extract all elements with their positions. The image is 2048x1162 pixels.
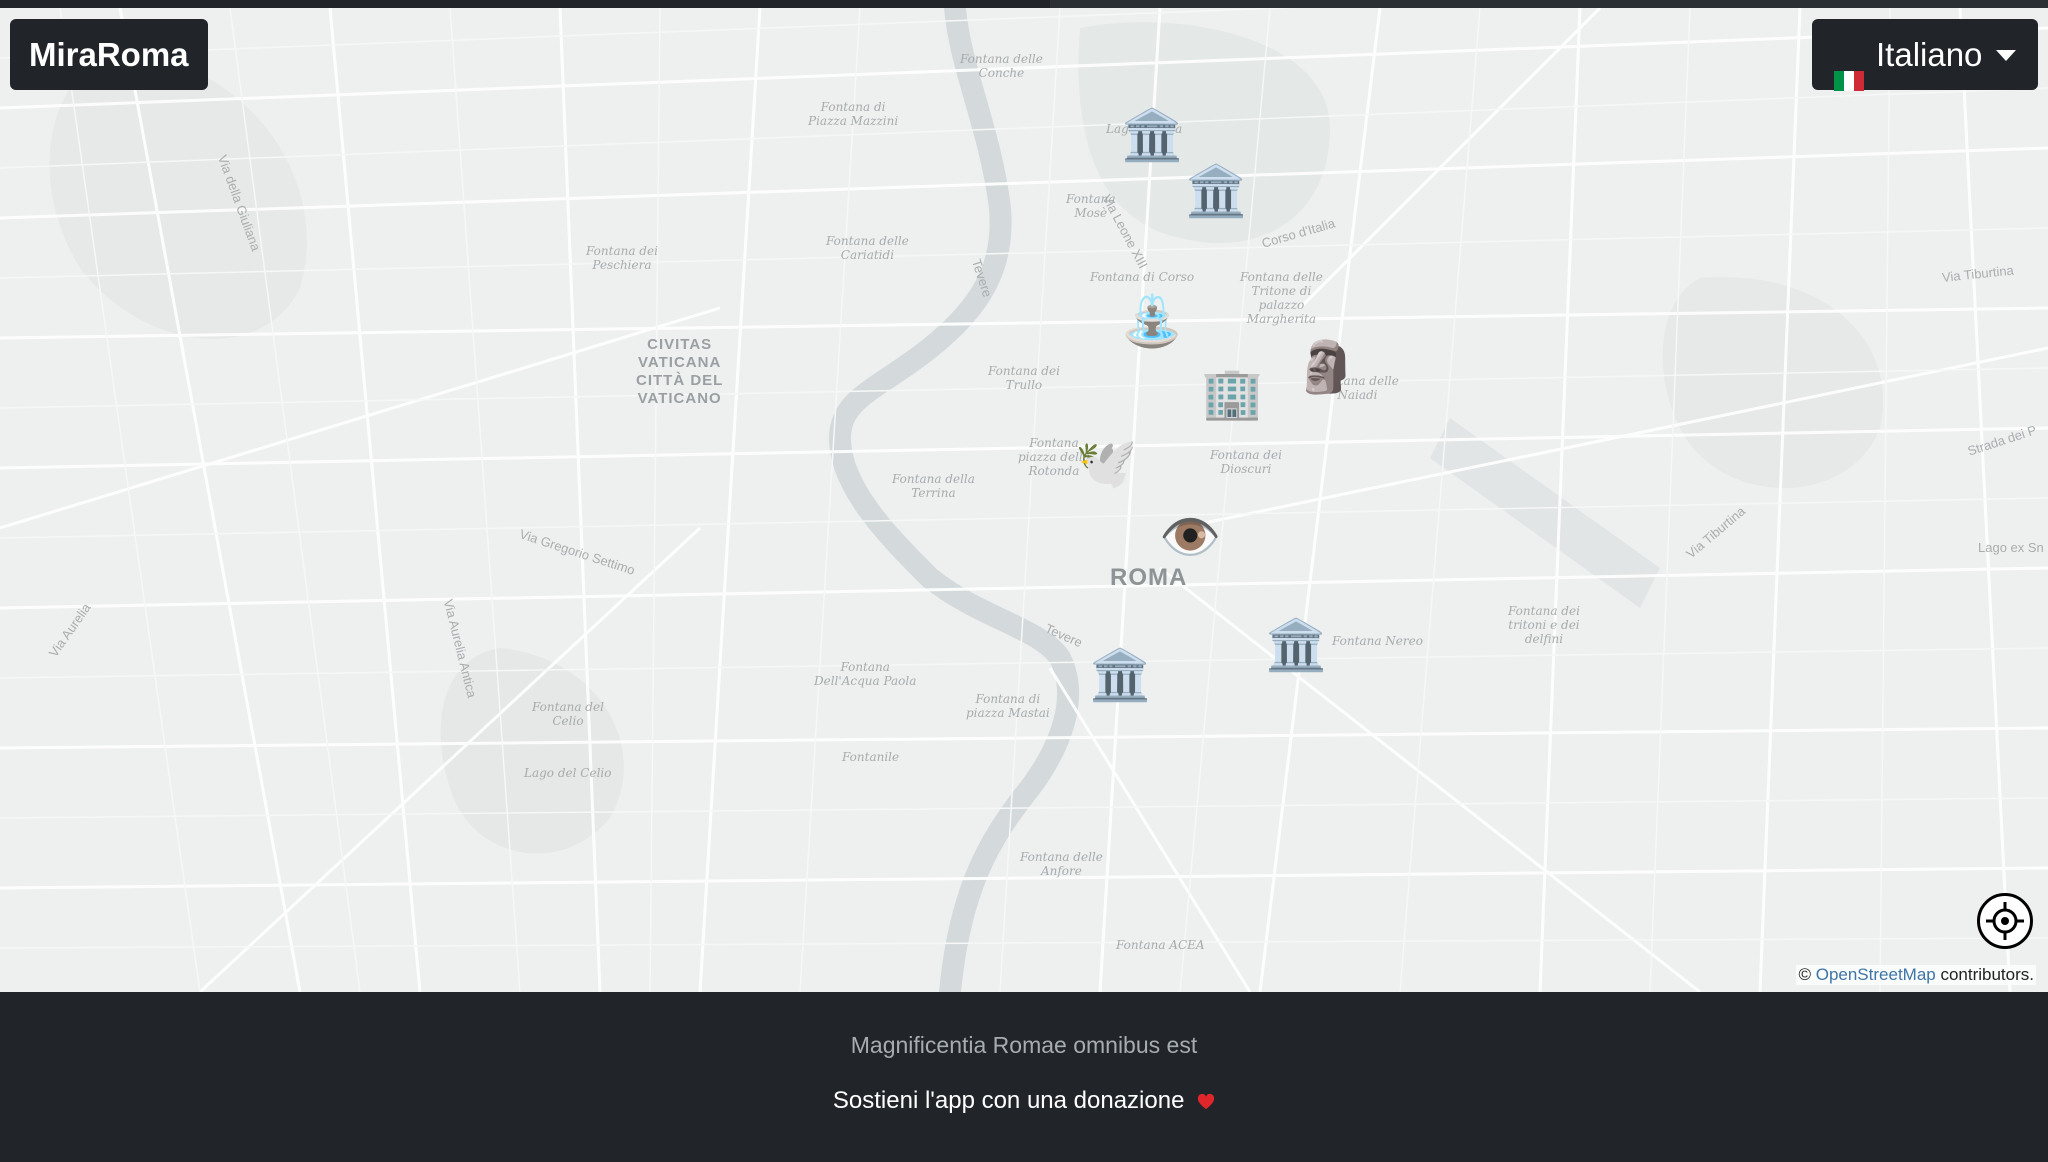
place-label: Fontana del Celio — [532, 700, 604, 728]
caret-down-icon — [1996, 50, 2016, 61]
fountain-marker-icon[interactable]: ⛲ — [1121, 291, 1183, 351]
street-label: Lago ex Sn — [1978, 540, 2044, 555]
place-label: Fontana delle Anfore — [1020, 850, 1103, 878]
place-label: Fontana Nereo — [1332, 634, 1423, 648]
heart-icon — [1197, 1093, 1215, 1109]
place-label: Lago del Celio — [524, 766, 612, 780]
place-label: Fontana delle Tritone di palazzo Margher… — [1240, 270, 1323, 326]
place-label: Fontana della Terrina — [892, 472, 975, 500]
moai-marker-icon[interactable]: 🗿 — [1295, 337, 1357, 397]
brand-logo[interactable]: MiraRoma — [10, 19, 208, 90]
place-label: Fontana di Corso — [1090, 270, 1195, 284]
museum-marker-icon[interactable]: 🏛️ — [1121, 105, 1183, 165]
place-label: Fontana dei Dioscuri — [1210, 448, 1282, 476]
donate-text: Sostieni l'app con una donazione — [832, 1087, 1192, 1114]
app-root: Fontana delle Conche Fontana di Piazza M… — [0, 0, 2048, 1162]
map-attribution: © OpenStreetMap contributors. — [1796, 965, 2036, 985]
openstreetmap-link[interactable]: OpenStreetMap — [1816, 965, 1936, 984]
locate-me-button[interactable] — [1977, 893, 2033, 949]
language-label: Italiano — [1876, 36, 1983, 73]
italy-flag-icon — [1834, 44, 1864, 92]
place-label: Fontanile — [842, 750, 900, 764]
footer-motto: Magnificentia Romae omnibus est — [850, 1032, 1198, 1058]
place-label: Fontana di Piazza Mazzini — [808, 100, 899, 128]
map-base — [0, 8, 2048, 992]
museum-marker-icon[interactable]: 🏛️ — [1185, 161, 1247, 221]
dove-marker-icon[interactable]: 🕊️ — [1075, 433, 1137, 493]
place-label: Fontana delle Conche — [960, 52, 1043, 80]
vatican-area-label: CIVITAS VATICANA CITTÀ DEL VATICANO — [636, 336, 724, 407]
attribution-prefix: © — [1798, 965, 1816, 984]
building-marker-icon[interactable]: 🏢 — [1201, 363, 1263, 423]
city-label: ROMA — [1110, 564, 1188, 591]
place-label: Fontana di piazza Mastai — [966, 692, 1050, 720]
place-label: Fontana dei Trullo — [988, 364, 1060, 392]
place-label: Fontana Dell'Acqua Paola — [814, 660, 917, 688]
place-label: Fontana dei tritoni e dei delfini — [1508, 604, 1580, 646]
footer: Magnificentia Romae omnibus est Sostieni… — [0, 992, 2048, 1162]
eye-marker-icon[interactable]: 👁️ — [1159, 507, 1221, 567]
place-label: Fontana ACEA — [1116, 938, 1205, 952]
place-label: Fontana delle Cariatidi — [826, 234, 909, 262]
museum-marker-icon[interactable]: 🏛️ — [1265, 615, 1327, 675]
donate-link[interactable]: Sostieni l'app con una donazione — [0, 1087, 2048, 1115]
museum-marker-icon[interactable]: 🏛️ — [1089, 645, 1151, 705]
attribution-suffix: contributors. — [1935, 965, 2034, 984]
place-label: Fontana dei Peschiera — [586, 244, 658, 272]
crosshair-icon — [1986, 902, 2024, 940]
top-progress-bar — [0, 0, 2048, 8]
map-view[interactable]: Fontana delle Conche Fontana di Piazza M… — [0, 8, 2048, 992]
language-dropdown[interactable]: Italiano — [1812, 19, 2038, 92]
